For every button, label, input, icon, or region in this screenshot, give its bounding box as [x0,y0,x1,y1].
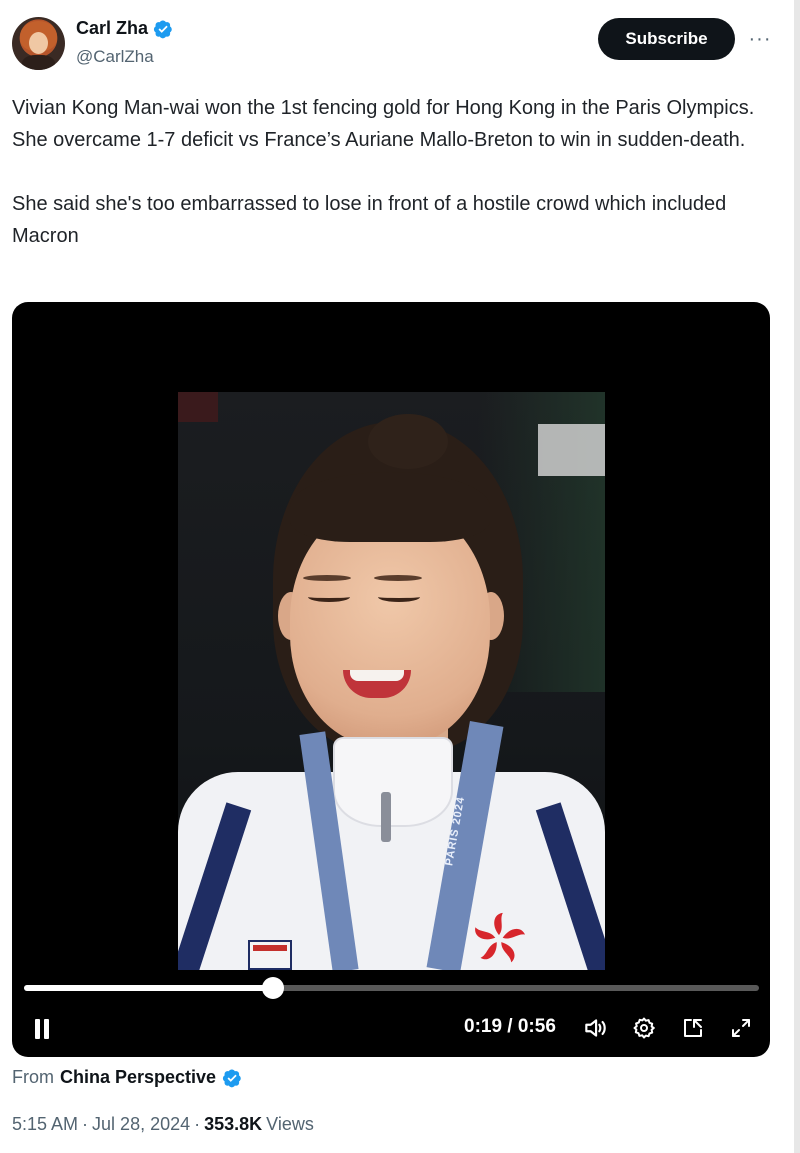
jacket-stripe-left [178,802,252,970]
athlete-hair-bun [368,414,448,469]
athlete-eyebrow-left [303,575,351,581]
athlete-eye-right [378,592,420,602]
video-progress-thumb[interactable] [262,977,285,999]
meta-separator: · [194,1114,201,1134]
jacket-zip [381,792,391,842]
video-progress-fill [24,985,274,991]
more-options-icon[interactable]: ··· [746,26,774,52]
jacket-stripe-right [535,802,605,970]
avatar-body [22,55,55,70]
video-player[interactable]: PARIS 2024 0:19 / 0:56 [12,302,770,1057]
avatar-face [29,32,48,54]
meta-separator: · [82,1114,89,1134]
from-label: From [12,1067,54,1087]
source-account-link[interactable]: China Perspective [60,1067,216,1088]
tweet-text: Vivian Kong Man-wai won the 1st fencing … [12,92,772,252]
jacket-collar [333,737,453,827]
author-name-row[interactable]: Carl Zha [76,18,173,39]
verified-badge-icon [222,1069,241,1087]
author-display-name[interactable]: Carl Zha [76,18,148,39]
video-time-display: 0:19 / 0:56 [464,1016,556,1037]
athlete-teeth [350,670,404,681]
settings-gear-icon[interactable] [629,1013,659,1043]
tweet-meta-row: 5:15 AM · Jul 28, 2024 · 353.8K Views [12,1114,314,1135]
avatar[interactable] [12,17,65,70]
athlete-eyebrow-right [374,575,422,581]
video-source-row: From China Perspective [12,1067,242,1088]
volume-icon[interactable] [580,1013,610,1043]
subscribe-button[interactable]: Subscribe [598,18,735,60]
scrollbar-track[interactable] [794,0,800,1153]
verified-badge-icon [153,20,172,38]
tweet-time[interactable]: 5:15 AM [12,1114,78,1135]
tweet-date[interactable]: Jul 28, 2024 [92,1114,190,1135]
athlete-fringe [290,472,490,542]
background-red-patch [178,392,218,422]
bauhinia-emblem-icon [475,912,526,963]
picture-in-picture-icon[interactable] [678,1013,708,1043]
fullscreen-icon[interactable] [726,1013,756,1043]
author-handle[interactable]: @CarlZha [76,47,154,67]
tweet-paragraph: She said she's too embarrassed to lose i… [12,193,727,247]
views-label: Views [266,1114,314,1134]
athlete-eye-left [308,592,350,602]
background-light-patch [538,424,605,476]
jacket-flag-badge [248,940,292,970]
video-frame[interactable]: PARIS 2024 [178,392,605,970]
views-count: 353.8K [204,1114,263,1134]
video-progress-bar[interactable] [24,977,759,999]
tweet-paragraph: Vivian Kong Man-wai won the 1st fencing … [12,97,755,151]
pause-icon[interactable] [28,1014,56,1044]
